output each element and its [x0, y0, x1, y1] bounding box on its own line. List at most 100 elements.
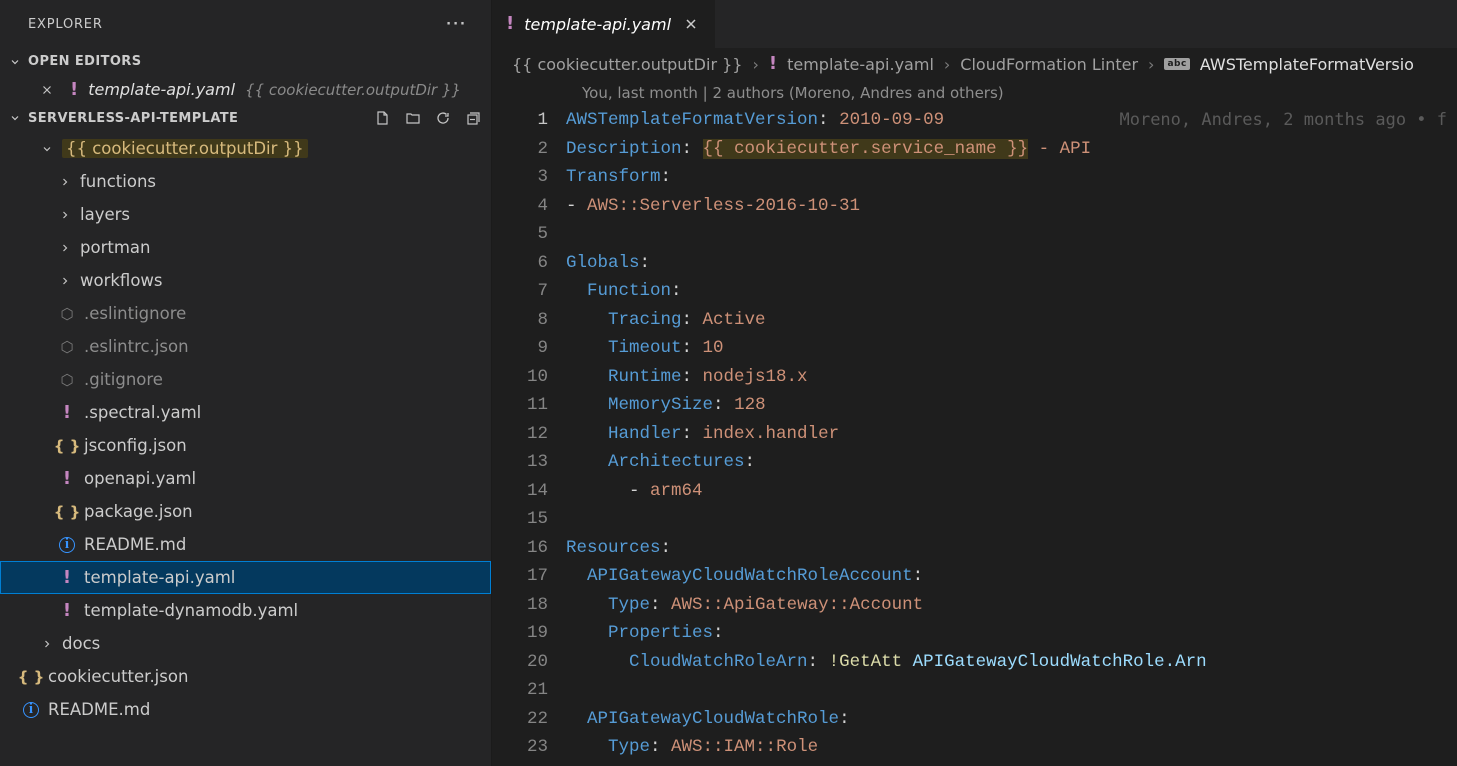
explorer-header: EXPLORER ···	[0, 0, 491, 48]
code-line[interactable]: 5	[492, 220, 1457, 249]
line-number: 22	[492, 705, 566, 734]
file-item[interactable]: { } cookiecutter.json	[0, 660, 491, 693]
line-number: 14	[492, 477, 566, 506]
folder-label: docs	[62, 634, 100, 653]
folder-item[interactable]: layers	[0, 198, 491, 231]
file-label: .spectral.yaml	[84, 403, 201, 422]
open-editors-section[interactable]: OPEN EDITORS	[0, 48, 491, 75]
workspace-section[interactable]: SERVERLESS-API-TEMPLATE	[0, 104, 491, 132]
file-item[interactable]: !template-api.yaml	[0, 561, 491, 594]
file-item[interactable]: iREADME.md	[0, 693, 491, 726]
code-line[interactable]: 19 Properties:	[492, 619, 1457, 648]
code-line[interactable]: 11 MemorySize: 128	[492, 391, 1457, 420]
code-line[interactable]: 12 Handler: index.handler	[492, 420, 1457, 449]
close-icon[interactable]	[681, 14, 701, 34]
code-line[interactable]: 6Globals:	[492, 249, 1457, 278]
json-icon: { }	[58, 503, 76, 521]
code-line[interactable]: 3Transform:	[492, 163, 1457, 192]
code-line[interactable]: 17 APIGatewayCloudWatchRoleAccount:	[492, 562, 1457, 591]
chevron-right-icon: ›	[1148, 55, 1154, 74]
refresh-icon[interactable]	[435, 110, 451, 126]
code-line[interactable]: 2Description: {{ cookiecutter.service_na…	[492, 135, 1457, 164]
symbol-string-icon: abc	[1164, 58, 1189, 70]
new-folder-icon[interactable]	[405, 110, 421, 126]
chevron-right-icon	[58, 242, 72, 254]
line-number: 10	[492, 363, 566, 392]
open-editors-label: OPEN EDITORS	[28, 54, 141, 69]
line-number: 2	[492, 135, 566, 164]
collapse-all-icon[interactable]	[465, 110, 481, 126]
chevron-down-icon	[40, 143, 54, 155]
file-item[interactable]: ⬡.eslintrc.json	[0, 330, 491, 363]
code-line[interactable]: 1Moreno, Andres, 2 months ago • fAWSTemp…	[492, 106, 1457, 135]
line-number: 4	[492, 192, 566, 221]
breadcrumb-segment[interactable]: AWSTemplateFormatVersio	[1200, 55, 1414, 74]
open-editor-item[interactable]: ! template-api.yaml {{ cookiecutter.outp…	[0, 75, 491, 104]
file-label: template-dynamodb.yaml	[84, 601, 298, 620]
explorer-sidebar: EXPLORER ··· OPEN EDITORS ! template-api…	[0, 0, 492, 766]
file-item[interactable]: { }jsconfig.json	[0, 429, 491, 462]
folder-item[interactable]: portman	[0, 231, 491, 264]
code-line[interactable]: 23 Type: AWS::IAM::Role	[492, 733, 1457, 762]
line-number: 8	[492, 306, 566, 335]
code-line[interactable]: 9 Timeout: 10	[492, 334, 1457, 363]
line-number: 17	[492, 562, 566, 591]
info-icon: i	[58, 536, 76, 554]
code-line[interactable]: 13 Architectures:	[492, 448, 1457, 477]
open-editor-path: {{ cookiecutter.outputDir }}	[245, 81, 461, 99]
breadcrumb-segment[interactable]: CloudFormation Linter	[960, 55, 1138, 74]
breadcrumb-segment[interactable]: {{ cookiecutter.outputDir }}	[512, 55, 742, 74]
open-editor-name: template-api.yaml	[88, 80, 235, 99]
file-label: .eslintignore	[84, 304, 186, 323]
code-editor[interactable]: 1Moreno, Andres, 2 months ago • fAWSTemp…	[492, 106, 1457, 762]
file-label: cookiecutter.json	[48, 667, 188, 686]
explorer-title: EXPLORER	[28, 17, 103, 32]
line-number: 16	[492, 534, 566, 563]
code-line[interactable]: 22 APIGatewayCloudWatchRole:	[492, 705, 1457, 734]
file-item[interactable]: ⬡.gitignore	[0, 363, 491, 396]
file-label: jsconfig.json	[84, 436, 187, 455]
file-label: .gitignore	[84, 370, 163, 389]
more-actions-icon[interactable]: ···	[440, 13, 473, 36]
chevron-right-icon	[40, 638, 54, 650]
code-line[interactable]: 10 Runtime: nodejs18.x	[492, 363, 1457, 392]
file-item[interactable]: { }package.json	[0, 495, 491, 528]
file-item[interactable]: ⬡.eslintignore	[0, 297, 491, 330]
code-line[interactable]: 16Resources:	[492, 534, 1457, 563]
line-number: 15	[492, 505, 566, 534]
new-file-icon[interactable]	[375, 110, 391, 126]
workspace-actions	[375, 110, 481, 126]
info-icon: i	[22, 701, 40, 719]
line-number: 12	[492, 420, 566, 449]
folder-label: {{ cookiecutter.outputDir }}	[62, 139, 308, 158]
line-number: 7	[492, 277, 566, 306]
git-blame-annotation[interactable]: Moreno, Andres, 2 months ago • f	[1119, 106, 1447, 135]
folder-item[interactable]: docs	[0, 627, 491, 660]
folder-item[interactable]: {{ cookiecutter.outputDir }}	[0, 132, 491, 165]
folder-item[interactable]: workflows	[0, 264, 491, 297]
breadcrumbs[interactable]: {{ cookiecutter.outputDir }} › ! templat…	[492, 48, 1457, 80]
json-icon: { }	[22, 668, 40, 686]
editor-tab-active[interactable]: ! template-api.yaml	[492, 0, 716, 48]
breadcrumb-segment[interactable]: template-api.yaml	[787, 55, 934, 74]
code-line[interactable]: 15	[492, 505, 1457, 534]
code-line[interactable]: 18 Type: AWS::ApiGateway::Account	[492, 591, 1457, 620]
workspace-name: SERVERLESS-API-TEMPLATE	[28, 111, 238, 126]
file-item[interactable]: iREADME.md	[0, 528, 491, 561]
code-line[interactable]: 7 Function:	[492, 277, 1457, 306]
folder-item[interactable]: functions	[0, 165, 491, 198]
code-line[interactable]: 8 Tracing: Active	[492, 306, 1457, 335]
code-line[interactable]: 4- AWS::Serverless-2016-10-31	[492, 192, 1457, 221]
code-line[interactable]: 21	[492, 676, 1457, 705]
line-number: 19	[492, 619, 566, 648]
file-item[interactable]: !openapi.yaml	[0, 462, 491, 495]
close-icon[interactable]	[40, 83, 54, 97]
file-item[interactable]: !.spectral.yaml	[0, 396, 491, 429]
file-label: .eslintrc.json	[84, 337, 189, 356]
line-number: 20	[492, 648, 566, 677]
git-codelens[interactable]: You, last month | 2 authors (Moreno, And…	[492, 80, 1457, 106]
chevron-right-icon	[58, 275, 72, 287]
code-line[interactable]: 14 - arm64	[492, 477, 1457, 506]
code-line[interactable]: 20 CloudWatchRoleArn: !GetAtt APIGateway…	[492, 648, 1457, 677]
file-item[interactable]: !template-dynamodb.yaml	[0, 594, 491, 627]
